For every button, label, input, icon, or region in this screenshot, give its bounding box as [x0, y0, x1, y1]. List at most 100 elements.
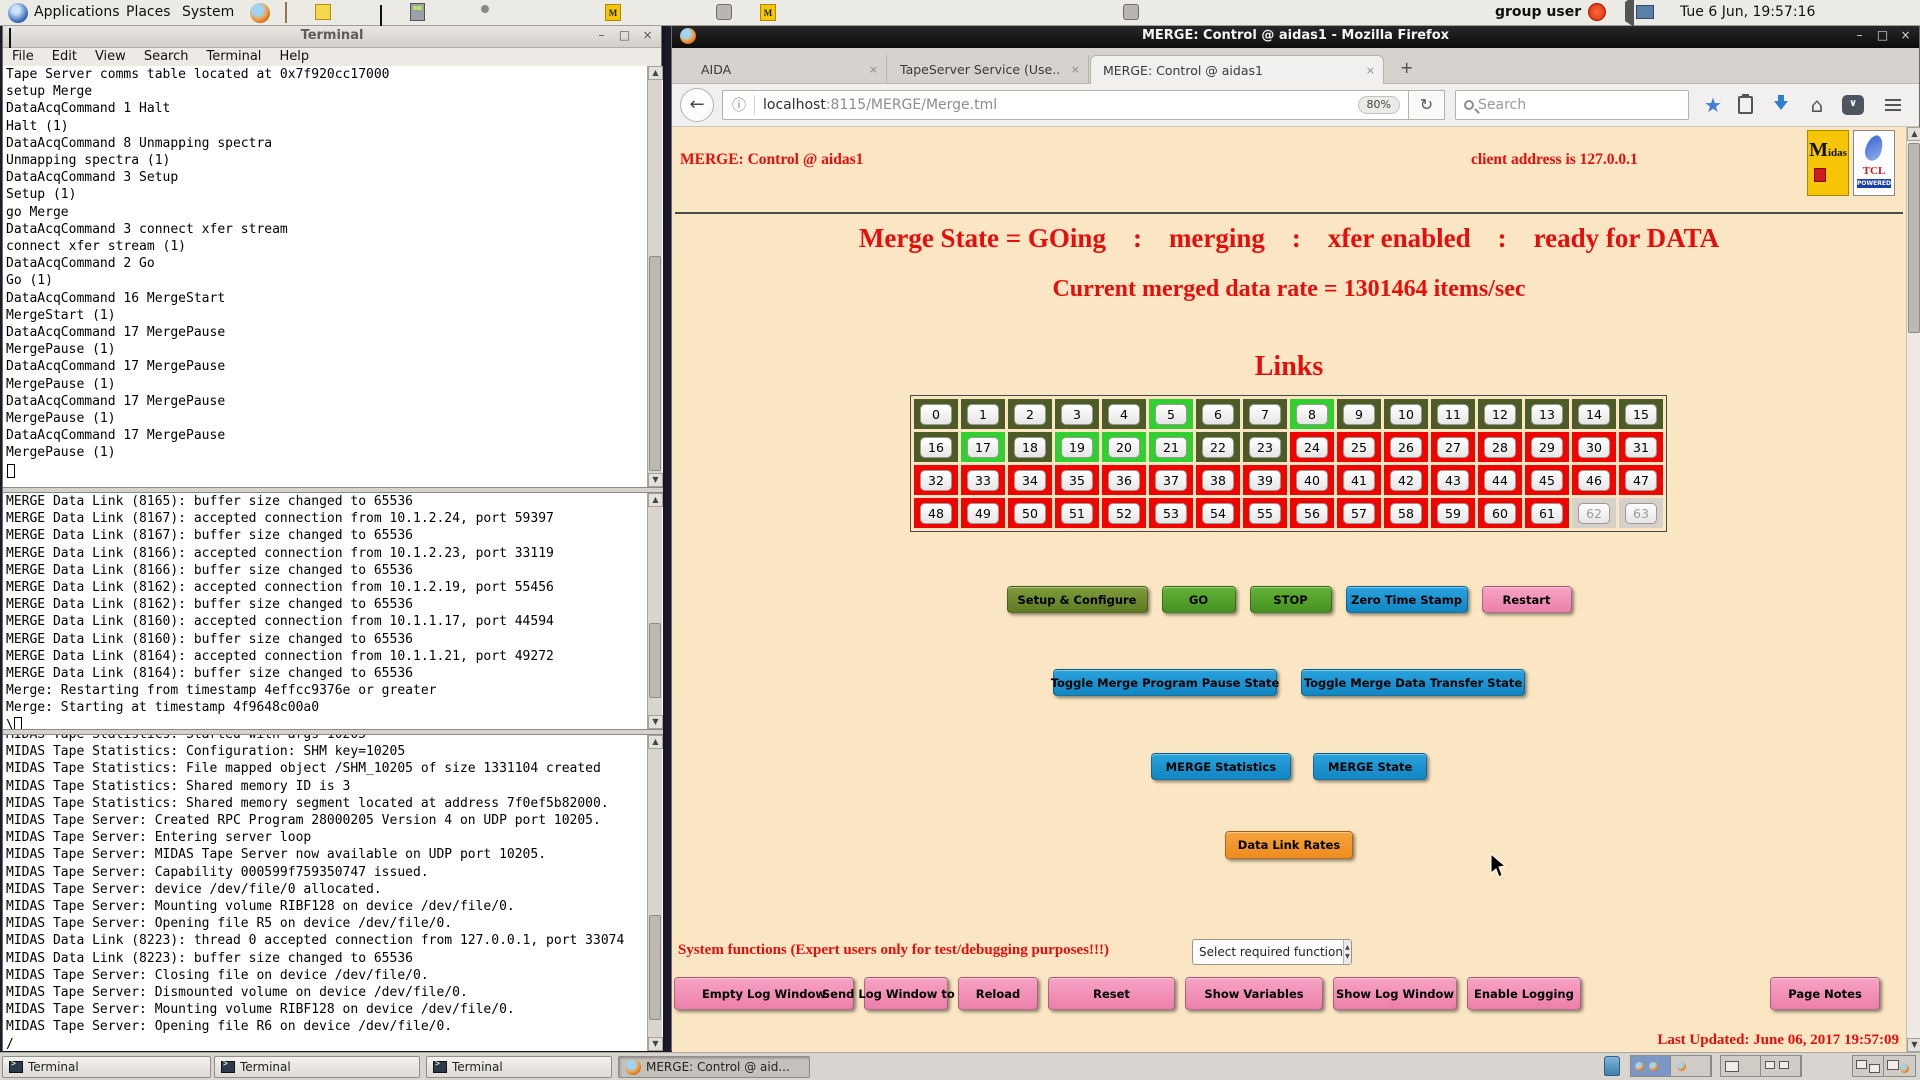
link-button[interactable]: 62 — [1578, 503, 1610, 524]
link-button[interactable]: 33 — [967, 470, 999, 491]
reload-button[interactable]: ↻ — [1409, 90, 1445, 120]
workspace-4[interactable] — [1761, 1056, 1801, 1076]
link-button[interactable]: 0 — [920, 404, 952, 425]
trash-icon[interactable] — [1604, 1056, 1620, 1076]
data-link-rates-button[interactable]: Data Link Rates — [1225, 831, 1353, 859]
link-button[interactable]: 19 — [1061, 437, 1093, 458]
midas-launcher-icon[interactable]: M — [605, 4, 621, 21]
terminal-pane-1[interactable]: Tape Server comms table located at 0x7f9… — [3, 66, 663, 487]
menu-file[interactable]: File — [12, 49, 34, 66]
terminal-pane-2[interactable]: MERGE Data Link (8165): buffer size chan… — [3, 493, 663, 729]
menu-system[interactable]: System — [182, 4, 234, 20]
menu-hamburger-icon[interactable] — [1880, 94, 1906, 116]
update-notifier-icon[interactable] — [1588, 3, 1606, 21]
link-button[interactable]: 11 — [1437, 404, 1469, 425]
link-button[interactable]: 2 — [1014, 404, 1046, 425]
link-button[interactable]: 48 — [920, 503, 952, 524]
link-button[interactable]: 27 — [1437, 437, 1469, 458]
tab-tapeserver[interactable]: TapeServer Service (Use... × — [888, 55, 1089, 84]
taskbar-item-terminal-1[interactable]: Terminal — [2, 1056, 211, 1078]
zoom-level-badge[interactable]: 80% — [1358, 96, 1400, 114]
scroll-up-icon[interactable]: ▲ — [648, 493, 663, 507]
link-button[interactable]: 54 — [1202, 503, 1234, 524]
log-button[interactable]: Show Log Window — [1333, 977, 1457, 1010]
terminal-scrollbar-3[interactable]: ▲ ▼ — [647, 735, 662, 1051]
midas-logo[interactable]: Midas — [1807, 130, 1849, 196]
link-button[interactable]: 45 — [1531, 470, 1563, 491]
action-button[interactable]: GO — [1162, 586, 1236, 613]
notes-launcher-icon[interactable] — [315, 4, 331, 20]
clock[interactable]: Tue 6 Jun, 19:57:16 — [1680, 4, 1815, 20]
link-button[interactable]: 12 — [1484, 404, 1516, 425]
workspace-3[interactable] — [1721, 1056, 1761, 1076]
link-button[interactable]: 59 — [1437, 503, 1469, 524]
link-button[interactable]: 22 — [1202, 437, 1234, 458]
scroll-up-icon[interactable]: ▲ — [1907, 127, 1920, 141]
link-button[interactable]: 8 — [1296, 404, 1328, 425]
link-button[interactable]: 3 — [1061, 404, 1093, 425]
action-button[interactable]: STOP — [1250, 586, 1332, 613]
link-button[interactable]: 56 — [1296, 503, 1328, 524]
scroll-up-icon[interactable]: ▲ — [648, 66, 663, 80]
action-button[interactable]: Setup & Configure — [1007, 586, 1148, 613]
link-button[interactable]: 31 — [1625, 437, 1657, 458]
midas-launcher-icon-2[interactable]: M — [760, 4, 776, 21]
taskbar-item-terminal-2[interactable]: Terminal — [214, 1056, 420, 1078]
link-button[interactable]: 15 — [1625, 404, 1657, 425]
link-button[interactable]: 23 — [1249, 437, 1281, 458]
log-button[interactable]: Send Log Window to ELog — [864, 977, 948, 1010]
site-info-icon[interactable]: ⓘ — [732, 95, 755, 115]
link-button[interactable]: 25 — [1343, 437, 1375, 458]
new-tab-button[interactable]: + — [1400, 58, 1413, 77]
page-scrollbar[interactable]: ▲ ▼ — [1906, 127, 1920, 1052]
scroll-down-icon[interactable]: ▼ — [1907, 1038, 1920, 1052]
firefox-titlebar[interactable]: MERGE: Control @ aidas1 - Mozilla Firefo… — [672, 24, 1919, 48]
page-notes-button[interactable]: Page Notes — [1770, 977, 1880, 1010]
log-button[interactable]: Enable Logging — [1467, 977, 1581, 1010]
volume-icon[interactable] — [1619, 0, 1634, 27]
link-button[interactable]: 17 — [967, 437, 999, 458]
distro-logo-icon[interactable] — [8, 3, 28, 23]
close-icon[interactable]: × — [640, 28, 655, 42]
link-button[interactable]: 61 — [1531, 503, 1563, 524]
menu-applications[interactable]: Applications — [34, 4, 120, 20]
mail-launcher-icon[interactable] — [285, 2, 287, 23]
link-button[interactable]: 34 — [1014, 470, 1046, 491]
scrollbar-thumb[interactable] — [1908, 143, 1920, 333]
maximize-icon[interactable]: □ — [617, 28, 632, 42]
link-button[interactable]: 40 — [1296, 470, 1328, 491]
maximize-icon[interactable]: □ — [1875, 28, 1890, 42]
scrollbar-thumb[interactable] — [649, 623, 661, 698]
link-button[interactable]: 28 — [1484, 437, 1516, 458]
stat-button[interactable]: MERGE Statistics — [1151, 753, 1291, 780]
link-button[interactable]: 5 — [1155, 404, 1187, 425]
scroll-down-icon[interactable]: ▼ — [648, 715, 663, 729]
search-field[interactable]: Search — [1455, 90, 1689, 120]
link-button[interactable]: 44 — [1484, 470, 1516, 491]
network-monitor-icon[interactable] — [1636, 5, 1654, 19]
tab-aida[interactable]: AIDA × — [689, 55, 887, 84]
close-icon[interactable]: × — [1898, 28, 1913, 42]
link-button[interactable]: 20 — [1108, 437, 1140, 458]
scroll-down-icon[interactable]: ▼ — [648, 473, 663, 487]
link-button[interactable]: 1 — [967, 404, 999, 425]
link-button[interactable]: 24 — [1296, 437, 1328, 458]
launcher-icon-2[interactable] — [1123, 4, 1139, 20]
link-button[interactable]: 38 — [1202, 470, 1234, 491]
tab-close-icon[interactable]: × — [1366, 64, 1375, 77]
log-button[interactable]: Show Variables — [1185, 977, 1323, 1010]
link-button[interactable]: 57 — [1343, 503, 1375, 524]
log-button[interactable]: Reset — [1048, 977, 1175, 1010]
firefox-launcher-icon[interactable] — [250, 3, 270, 23]
link-button[interactable]: 55 — [1249, 503, 1281, 524]
minimize-icon[interactable]: – — [594, 28, 609, 42]
link-button[interactable]: 41 — [1343, 470, 1375, 491]
link-button[interactable]: 52 — [1108, 503, 1140, 524]
terminal-scrollbar-1[interactable]: ▲ ▼ — [647, 66, 662, 487]
action-button[interactable]: Restart — [1482, 586, 1572, 613]
link-button[interactable]: 10 — [1390, 404, 1422, 425]
menu-view[interactable]: View — [95, 49, 126, 66]
link-button[interactable]: 36 — [1108, 470, 1140, 491]
link-button[interactable]: 43 — [1437, 470, 1469, 491]
downloads-icon[interactable] — [1768, 94, 1794, 116]
